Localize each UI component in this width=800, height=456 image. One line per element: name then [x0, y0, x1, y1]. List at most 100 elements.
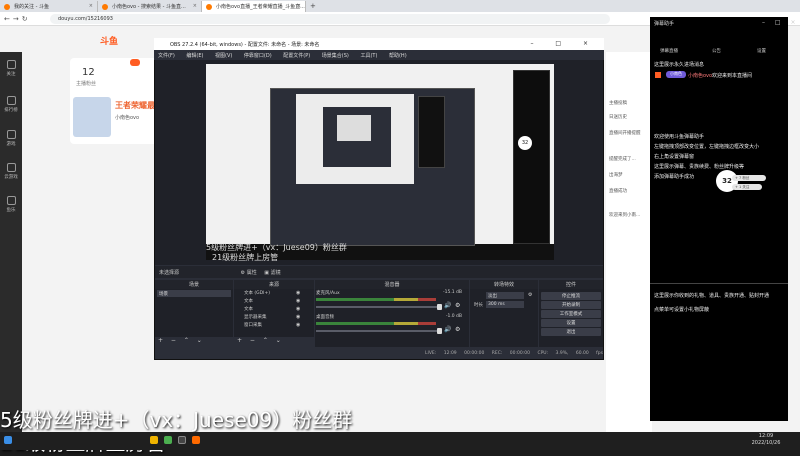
scene-item[interactable]: 场景 — [157, 290, 231, 297]
source-item[interactable]: 显示器采集 ◉ — [244, 314, 300, 320]
browser-tab-live[interactable]: 小南色ovo直播_王者荣耀直播_斗鱼直... × — [202, 1, 306, 12]
exit-button[interactable]: 退出 — [541, 328, 601, 336]
stop-stream-button[interactable]: 停止推流 — [541, 292, 601, 300]
filters-button[interactable]: 滤镜 — [271, 270, 281, 276]
fans-count: 12 — [82, 67, 95, 78]
audio-meter — [316, 322, 436, 325]
source-item[interactable]: 窗口采集 ◉ — [244, 322, 300, 328]
nav-label: 鱼乐 — [6, 208, 16, 213]
transition-select[interactable]: 淡出 — [486, 292, 524, 299]
divider — [650, 283, 788, 284]
properties-button[interactable]: 属性 — [247, 270, 257, 276]
mixer-level: -15.1 dB — [442, 290, 462, 295]
explorer-icon[interactable] — [150, 436, 158, 444]
source-item[interactable]: 文本 (GDI+) ◉ — [244, 290, 300, 296]
eye-icon[interactable]: ◉ — [296, 298, 300, 304]
gear-icon[interactable]: ⚙ — [455, 326, 460, 333]
source-item[interactable]: 文本 ◉ — [244, 298, 300, 304]
rp-item[interactable]: 日送历史 — [609, 114, 627, 120]
douyu-logo[interactable]: 斗鱼 — [100, 34, 136, 48]
avatar[interactable] — [73, 97, 111, 137]
eye-icon[interactable]: ◉ — [296, 290, 300, 296]
danmu-helper-title: 弹幕助手 — [654, 21, 675, 27]
preview-chat-panel — [513, 70, 550, 244]
window-controls[interactable]: – □ × — [762, 19, 800, 26]
nav-follow[interactable]: 关注 — [0, 60, 22, 77]
preview-circle: 32 — [518, 136, 532, 150]
nested-preview-2 — [337, 115, 371, 141]
stat-pill: + 7 粉丝 — [732, 175, 766, 181]
nav-cloud-games[interactable]: 云游戏 — [0, 163, 22, 180]
gear-icon[interactable]: ⚙ — [528, 292, 532, 298]
rp-item[interactable]: 直播间开播提醒 — [609, 130, 641, 136]
speaker-icon[interactable]: 🔊 — [444, 302, 451, 309]
nav-label: 游戏 — [6, 142, 16, 147]
start-icon[interactable] — [4, 436, 12, 444]
close-icon[interactable]: × — [89, 3, 93, 9]
tab-label: 小南色ovo - 搜索结果 - 斗鱼直... — [112, 4, 186, 10]
browser-tab-follow[interactable]: 我的关注 - 斗鱼 × — [0, 1, 98, 12]
audio-meter — [316, 298, 436, 301]
studio-mode-button[interactable]: 工作室模式 — [541, 310, 601, 318]
fish-icon — [6, 196, 16, 205]
rp-item[interactable]: 主播投稿 — [609, 100, 627, 106]
close-icon[interactable]: × — [297, 3, 301, 9]
douyu-icon[interactable] — [192, 436, 200, 444]
user-level-badge: 小南色 — [666, 71, 686, 78]
source-label: 显示器采集 — [244, 315, 267, 320]
anchor-name[interactable]: 小南色ovo — [115, 114, 139, 121]
obs-menubar[interactable]: 文件(F) 编辑(E) 视图(V) 停靠窗口(D) 配置文件(P) 场景集合(S… — [154, 50, 604, 60]
mixer-channel-name: 桌面音频 — [316, 315, 334, 320]
duration-input[interactable]: 300 ms — [486, 301, 524, 308]
new-tab-button[interactable]: + — [310, 2, 316, 10]
settings-button[interactable]: 设置 — [541, 319, 601, 327]
close-icon[interactable]: × — [193, 3, 197, 9]
volume-slider[interactable] — [316, 304, 442, 310]
tab-danmu[interactable]: 弹幕直播 — [660, 48, 678, 54]
window-controls[interactable]: – □ × — [530, 40, 598, 47]
chat-welcome-msg: 欢迎来到本直播间 — [712, 73, 753, 79]
gear-icon[interactable]: ⚙ — [241, 270, 245, 276]
filter-icon[interactable]: ▣ — [264, 270, 269, 276]
nav-games[interactable]: 游戏 — [0, 130, 22, 147]
scenes-dock-controls[interactable]: + − ⌃ ⌄ — [155, 337, 205, 346]
address-bar[interactable]: douyu.com/15216093 — [50, 14, 610, 24]
taskbar-clock[interactable]: 12:09 2022/10/26 — [746, 433, 786, 447]
transitions-dock-header: 转场特效 — [470, 280, 538, 289]
browser-tab-search[interactable]: 小南色ovo - 搜索结果 - 斗鱼直... × — [98, 1, 202, 12]
nav-buttons[interactable]: ←→↻ — [4, 15, 31, 23]
stat-pill: + 1 关注 — [732, 184, 762, 190]
start-recording-button[interactable]: 开始录制 — [541, 301, 601, 309]
eye-icon[interactable]: ◉ — [296, 306, 300, 312]
volume-slider[interactable] — [316, 328, 442, 334]
chat-user-name[interactable]: 小南色ovo — [688, 72, 712, 79]
obs-titlebar[interactable]: OBS 27.2.4 (64-bit, windows) - 配置文件: 未命名… — [154, 38, 604, 50]
rp-item: 提醒完成了... — [609, 157, 636, 162]
chrome-icon[interactable] — [164, 436, 172, 444]
slider-knob[interactable] — [437, 304, 442, 310]
taskbar — [0, 432, 800, 450]
obs-icon[interactable] — [178, 436, 186, 444]
slider-knob[interactable] — [437, 328, 442, 334]
gamepad-icon — [6, 130, 16, 139]
nav-yule[interactable]: 鱼乐 — [0, 196, 22, 213]
controls-dock-header: 控件 — [539, 280, 603, 289]
eye-icon[interactable]: ◉ — [296, 314, 300, 320]
follow-icon — [6, 60, 16, 69]
new-badge — [130, 59, 140, 66]
source-item[interactable]: 文本 ◉ — [244, 306, 300, 312]
sources-dock-header: 来源 — [234, 280, 314, 289]
douyu-favicon-icon — [206, 4, 212, 10]
tab-notice[interactable]: 公告 — [712, 48, 721, 54]
sources-dock — [234, 289, 314, 337]
nav-rank[interactable]: 排行榜 — [0, 96, 22, 113]
mixer-channel: 桌面音频 -1.0 dB — [316, 314, 466, 320]
sources-dock-controls[interactable]: + − ⌃ ⌄ — [234, 337, 284, 346]
gear-icon[interactable]: ⚙ — [455, 302, 460, 309]
mixer-level: -1.0 dB — [445, 314, 462, 319]
tab-settings[interactable]: 设置 — [757, 48, 766, 54]
speaker-icon[interactable]: 🔊 — [444, 326, 451, 333]
obs-statusbar: LIVE: 12:09 00:00:00 REC: 00:00:00 CPU: … — [155, 349, 603, 359]
eye-icon[interactable]: ◉ — [296, 322, 300, 328]
room-title: 王者荣耀最 — [115, 101, 155, 110]
